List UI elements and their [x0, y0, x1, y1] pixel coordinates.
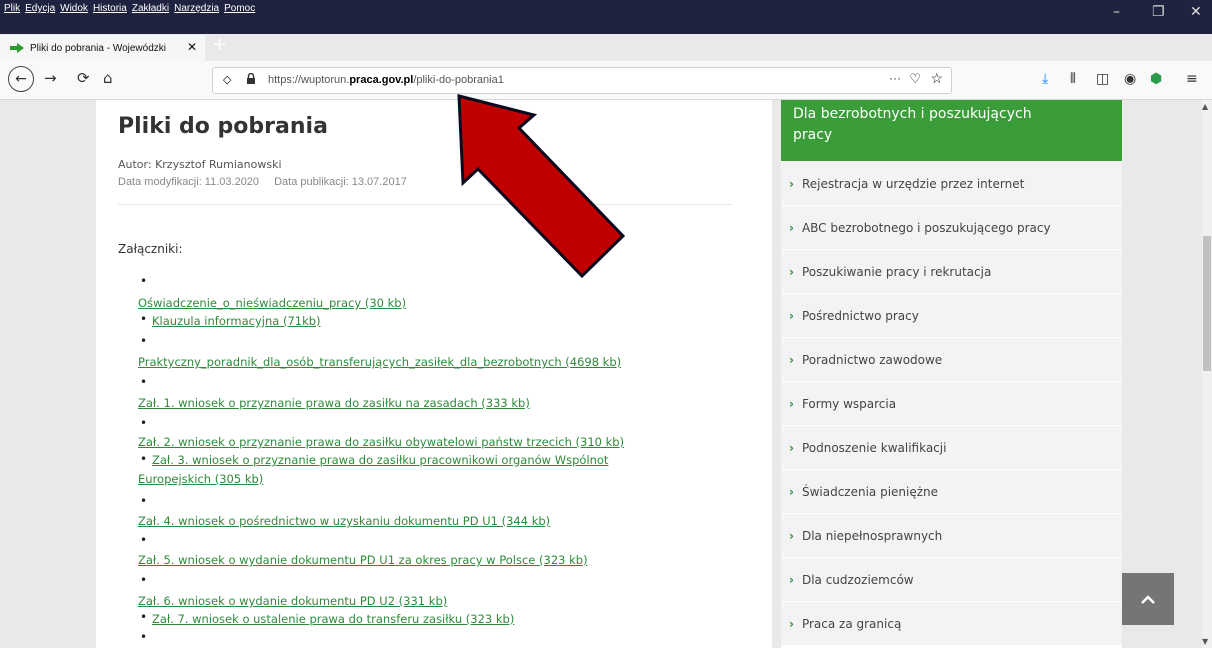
red-arrow-annotation — [457, 94, 626, 279]
